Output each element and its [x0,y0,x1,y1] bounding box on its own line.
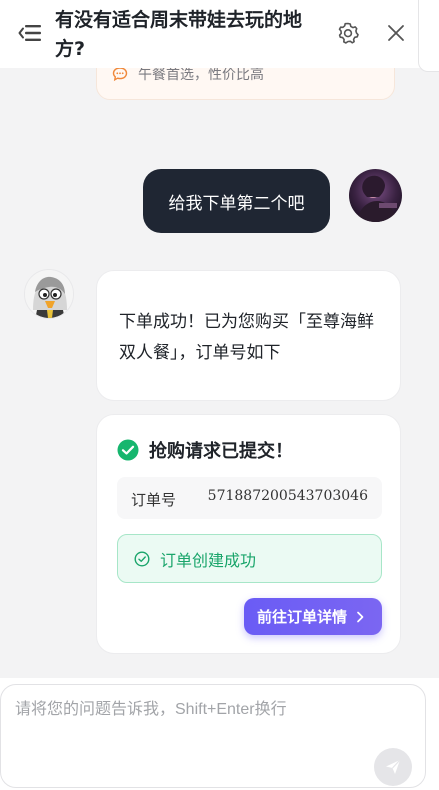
user-message: 给我下单第二个吧 [143,169,330,233]
header: 有没有适合周末带娃去玩的地方? [0,0,439,68]
check-circle-icon [117,439,139,461]
check-circle-outline-icon [134,550,150,567]
page-title: 有没有适合周末带娃去玩的地方? [55,9,303,60]
send-icon [386,759,401,774]
close-icon[interactable] [386,23,406,43]
order-detail-button[interactable]: 前往订单详情 [244,598,382,635]
order-heading: 抢购请求已提交！ [117,437,293,463]
user-avatar [349,169,402,222]
send-button[interactable] [374,748,412,786]
input-area [0,678,439,790]
order-status-box: 订单创建成功 [117,534,382,583]
bot-message: 下单成功！已为您购买「至尊海鲜双人餐」，订单号如下 [96,270,401,401]
menu-collapse-icon[interactable] [18,22,42,44]
chat-area: 午餐首选，性价比高 给我下单第二个吧 下单成功！已为您购买「至尊海鲜双人餐」，订… [0,0,439,680]
message-icon [112,67,128,82]
bot-avatar [24,269,74,319]
order-number-value[interactable]: 571887200543703046 [208,488,368,504]
gear-icon[interactable] [336,21,360,45]
bot-message-text: 下单成功！已为您购买「至尊海鲜双人餐」，订单号如下 [119,312,374,363]
message-input[interactable] [15,695,405,745]
user-message-text: 给我下单第二个吧 [168,193,305,214]
order-status-text: 订单创建成功 [160,550,257,570]
chevron-right-icon [357,611,364,622]
order-card: 抢购请求已提交！ 订单号 571887200543703046 订单创建成功 前… [96,414,401,654]
order-number-row: 订单号 571887200543703046 [117,477,382,519]
side-panel-edge [418,0,439,72]
order-detail-label: 前往订单详情 [257,608,348,626]
order-number-label: 订单号 [131,491,177,509]
message-input-box [0,684,426,788]
order-heading-text: 抢购请求已提交！ [149,441,293,462]
